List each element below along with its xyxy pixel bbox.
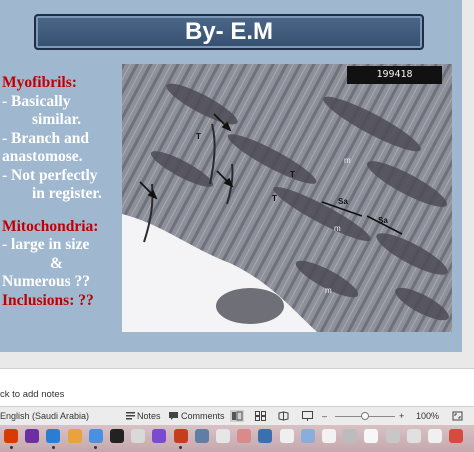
slide-canvas[interactable]: By- E.M Myofibrils: - Basically similar.… [0,0,462,352]
office-dock-icon[interactable] [4,429,18,443]
notes-icon[interactable] [125,411,136,421]
micro-label-sa: Sa [378,216,388,225]
normal-view-icon[interactable] [230,410,244,422]
bullet-line: & [50,254,63,272]
generic-dock-icon[interactable] [46,429,61,443]
generic-dock-icon[interactable] [279,429,294,443]
comments-icon[interactable] [168,411,179,421]
micro-label-m: m [344,156,351,165]
generic-dock-icon[interactable] [428,429,442,443]
generic-dock-icon[interactable] [152,429,167,443]
generic-dock-icon[interactable] [216,429,230,443]
slide-sorter-icon[interactable] [255,411,266,421]
electron-micrograph[interactable]: 199418 T T T m m m Sa Sa [122,64,452,332]
running-indicator [179,446,183,449]
bullet-line: Numerous ?? [2,273,90,290]
generic-dock-icon[interactable] [88,429,103,443]
micrograph-image [122,64,452,332]
micrograph-stamp: 199418 [347,66,442,84]
status-bar: English (Saudi Arabia) Notes Comments – … [0,406,474,425]
bullet-line: - Basically [2,92,71,110]
running-indicator [51,446,55,449]
generic-dock-icon[interactable] [110,429,124,443]
generic-dock-icon[interactable] [385,429,400,443]
generic-dock-icon[interactable] [322,429,336,443]
generic-dock-icon[interactable] [67,429,82,443]
bullet-line: similar. [32,111,81,128]
micro-label-t: T [196,132,201,141]
micro-label-t: T [290,170,295,179]
bullet-line: - large in size [2,236,90,253]
generic-dock-icon[interactable] [406,429,421,443]
slide-title: By- E.M [184,18,273,45]
bullet-line: - Not perfectly [2,166,98,184]
inclusions-line: Inclusions: ?? [2,291,94,309]
zoom-level[interactable]: 100% [416,411,439,421]
notes-button[interactable]: Notes [137,411,161,421]
myofibrils-heading: Myofibrils: [2,74,77,91]
speaker-notes-area[interactable]: ck to add notes [0,368,474,406]
zoom-out-button[interactable]: – [322,411,327,421]
micro-label-t: T [272,194,277,203]
running-indicator [9,446,13,449]
generic-dock-icon[interactable] [300,429,315,443]
dock [0,425,474,452]
slideshow-icon[interactable] [302,411,313,421]
powerpoint-dock-icon[interactable] [173,429,188,443]
generic-dock-icon[interactable] [343,429,358,443]
generic-dock-icon[interactable] [364,429,379,443]
micro-label-m: m [334,224,341,233]
micro-label-m: m [325,286,332,295]
notes-placeholder[interactable]: ck to add notes [0,389,64,400]
title-bar: By- E.M [34,14,424,50]
mitochondria-heading: Mitochondria: [2,217,99,235]
bullet-text: Myofibrils: - Basically similar. - Branc… [2,74,122,310]
zoom-in-button[interactable]: + [399,411,404,421]
bullet-line: - Branch and [2,129,89,147]
generic-dock-icon[interactable] [25,429,40,443]
generic-dock-icon[interactable] [194,429,209,443]
bullet-line: in register. [32,185,102,202]
running-indicator [94,446,98,449]
comments-button[interactable]: Comments [181,411,225,421]
generic-dock-icon[interactable] [237,429,252,443]
language-indicator[interactable]: English (Saudi Arabia) [0,411,89,421]
fit-slide-icon[interactable] [452,411,463,421]
bullet-line: anastomose. [2,148,83,165]
micro-label-sa: Sa [338,197,348,206]
generic-dock-icon[interactable] [131,429,146,443]
generic-dock-icon[interactable] [258,429,273,443]
zoom-slider-thumb[interactable] [361,412,369,420]
presentation-window: { "slide": { "title": "By- E.M", "text":… [0,0,474,452]
reading-view-icon[interactable] [278,411,289,421]
generic-dock-icon[interactable] [449,429,464,443]
